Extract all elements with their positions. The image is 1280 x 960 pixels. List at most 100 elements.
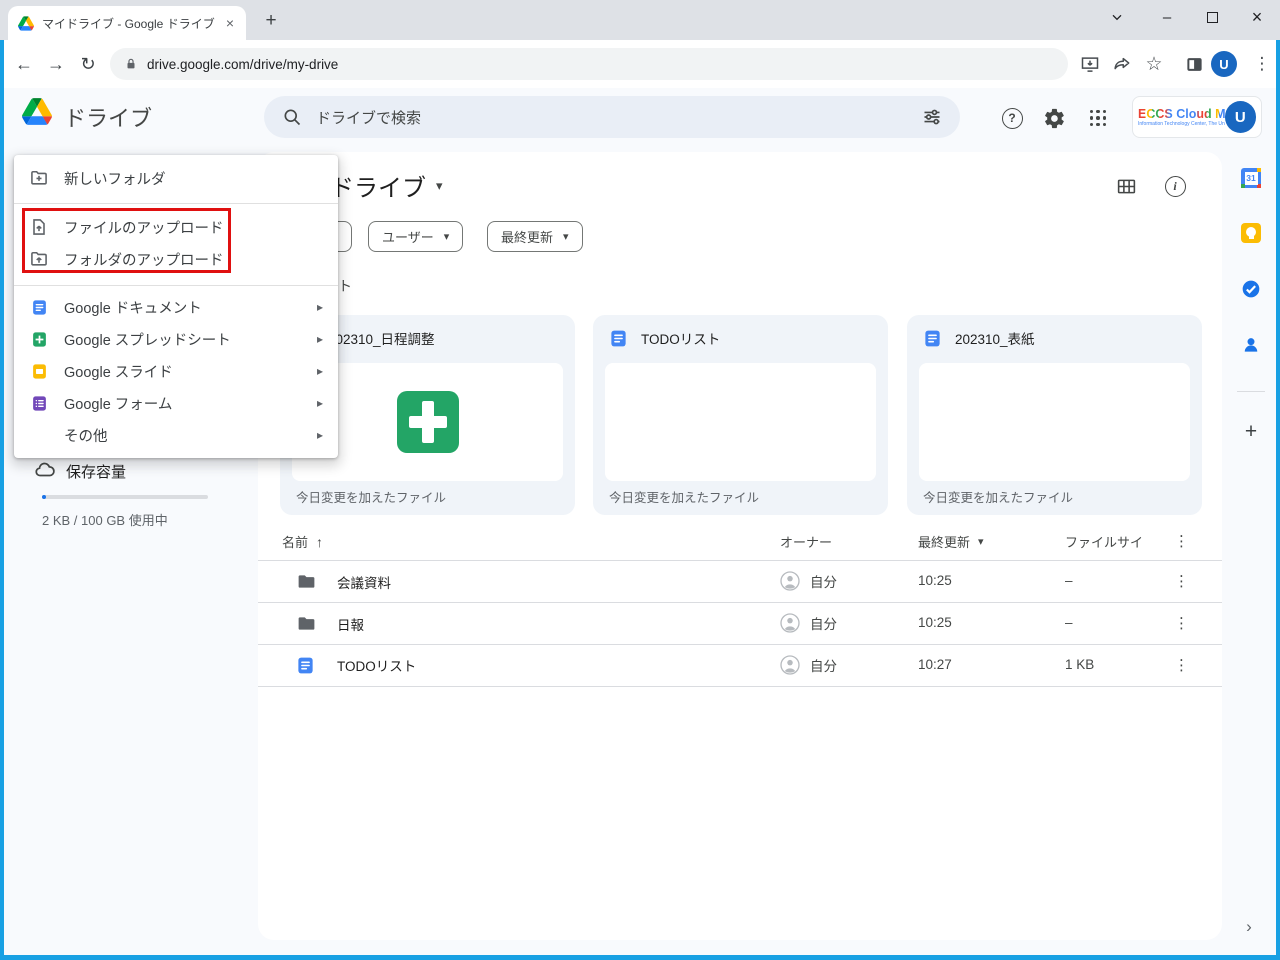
search-placeholder: ドライブで検索 [316,109,422,127]
file-name: 日報 [337,617,364,633]
column-header-owner[interactable]: オーナー [780,532,832,551]
calendar-icon: 31 [1241,168,1261,188]
filter-chip-people[interactable]: ユーザー ▾ [368,221,464,252]
tab-search-chevron-icon[interactable] [1102,3,1132,31]
calendar-app-button[interactable]: 31 [1241,168,1261,188]
window-close-button[interactable]: × [1242,3,1272,31]
divider [258,644,1222,645]
table-row[interactable]: TODOリスト [296,655,416,675]
help-button[interactable]: ? [999,105,1025,131]
menu-item-new-folder[interactable]: 新しいフォルダ [14,162,338,194]
window-maximize-button[interactable] [1197,3,1227,31]
apps-grid-icon [1089,109,1108,128]
submenu-arrow-icon: ▸ [316,332,323,346]
column-header-more-icon[interactable]: ⋮ [1174,532,1189,550]
folder-icon [296,613,317,634]
menu-item-google-slides[interactable]: Google スライド ▸ [14,355,338,387]
add-addon-button[interactable]: + [1239,420,1263,444]
forms-icon [29,393,49,413]
submenu-arrow-icon: ▸ [316,364,323,378]
suggested-file-card[interactable]: 202310_表紙 今日変更を加えたファイル [907,315,1202,515]
modified-cell: 10:25 [918,573,952,588]
contacts-app-button[interactable] [1241,335,1261,355]
bookmark-star-icon[interactable]: ☆ [1142,52,1166,76]
new-menu: 新しいフォルダ ファイルのアップロード フォルダのアップロード Google ド… [14,155,338,458]
owner-cell: 自分 [810,575,837,590]
search-icon [282,107,302,127]
keep-app-button[interactable] [1241,223,1261,243]
new-tab-button[interactable]: + [258,8,284,34]
new-folder-icon [29,168,49,188]
docs-file-icon [923,329,942,348]
owner-avatar-icon [780,613,800,633]
row-more-icon[interactable]: ⋮ [1174,614,1189,632]
address-bar[interactable]: drive.google.com/drive/my-drive [110,48,1068,80]
menu-item-google-forms[interactable]: Google フォーム ▸ [14,387,338,419]
divider [1237,391,1265,392]
grid-view-icon [1116,176,1137,197]
docs-file-icon [609,329,628,348]
account-avatar[interactable]: U [1224,101,1256,133]
row-more-icon[interactable]: ⋮ [1174,656,1189,674]
browser-menu-kebab-icon[interactable]: ⋮ [1250,52,1274,76]
divider [14,203,338,204]
sheets-icon [29,329,49,349]
sort-ascending-icon: ↑ [316,533,324,550]
storage-progress-fill [42,495,46,499]
browser-tab[interactable]: マイドライブ - Google ドライブ × [8,6,246,40]
main-content-panel: マイドライブ ▾ i 種類 ▾ ユーザー ▾ 最終更新 ▾ サジェスト 2023… [258,152,1222,940]
menu-item-more[interactable]: その他 ▸ [14,419,338,451]
share-icon[interactable] [1110,52,1134,76]
forward-button[interactable]: → [44,52,68,76]
divider [258,560,1222,561]
tab-strip: マイドライブ - Google ドライブ × + – × [0,0,1280,40]
card-caption: 今日変更を加えたファイル [296,491,447,505]
chevron-down-icon: ▾ [563,231,569,243]
window-border [0,955,1280,960]
search-options-tune-icon[interactable] [922,107,942,127]
google-apps-button[interactable] [1085,105,1111,131]
column-header-name[interactable]: 名前 ↑ [282,532,323,551]
cloud-icon [34,459,56,481]
suggested-file-card[interactable]: TODOリスト 今日変更を加えたファイル [593,315,888,515]
window-minimize-button[interactable]: – [1152,3,1182,31]
card-caption: 今日変更を加えたファイル [609,491,760,505]
table-row[interactable]: 会議資料 [296,571,391,592]
tab-title: マイドライブ - Google ドライブ [42,16,215,31]
list-grid-view-toggle[interactable] [1114,174,1138,198]
menu-item-google-docs[interactable]: Google ドキュメント ▸ [14,291,338,323]
column-header-modified[interactable]: 最終更新 ▾ [918,532,984,551]
details-button[interactable]: i [1163,174,1187,198]
submenu-arrow-icon: ▸ [316,300,323,314]
slides-icon [29,361,49,381]
card-caption: 今日変更を加えたファイル [923,491,1074,505]
row-more-icon[interactable]: ⋮ [1174,572,1189,590]
divider [14,285,338,286]
gear-icon [1043,107,1066,130]
contacts-icon [1241,335,1261,355]
window-border [1276,40,1280,960]
file-name: 会議資料 [337,575,391,591]
info-icon: i [1164,175,1186,197]
owner-cell: 自分 [810,659,837,674]
menu-item-google-sheets[interactable]: Google スプレッドシート ▸ [14,323,338,355]
modified-cell: 10:25 [918,615,952,630]
tasks-app-button[interactable] [1241,279,1261,299]
eccs-account-badge[interactable]: ECCS Cloud Mail Information Technology C… [1132,96,1262,138]
show-side-panel-chevron-icon[interactable]: › [1238,916,1260,938]
storage-usage-text: 2 KB / 100 GB 使用中 [42,513,168,528]
search-input[interactable]: ドライブで検索 [264,96,960,138]
browser-profile-avatar[interactable]: U [1211,51,1237,77]
column-header-size[interactable]: ファイルサイ [1065,532,1143,551]
reload-button[interactable]: ↻ [76,52,100,76]
table-row[interactable]: 日報 [296,613,364,634]
install-icon[interactable] [1078,52,1102,76]
filter-chip-modified[interactable]: 最終更新 ▾ [487,221,583,252]
drive-logo [22,98,52,125]
sidebar-item-storage[interactable]: 保存容量 [66,461,126,482]
tab-close-icon[interactable]: × [224,15,236,31]
back-button[interactable]: ← [12,52,36,76]
side-panel-icon[interactable] [1182,52,1206,76]
settings-button[interactable] [1041,105,1067,131]
lock-icon [124,57,138,71]
